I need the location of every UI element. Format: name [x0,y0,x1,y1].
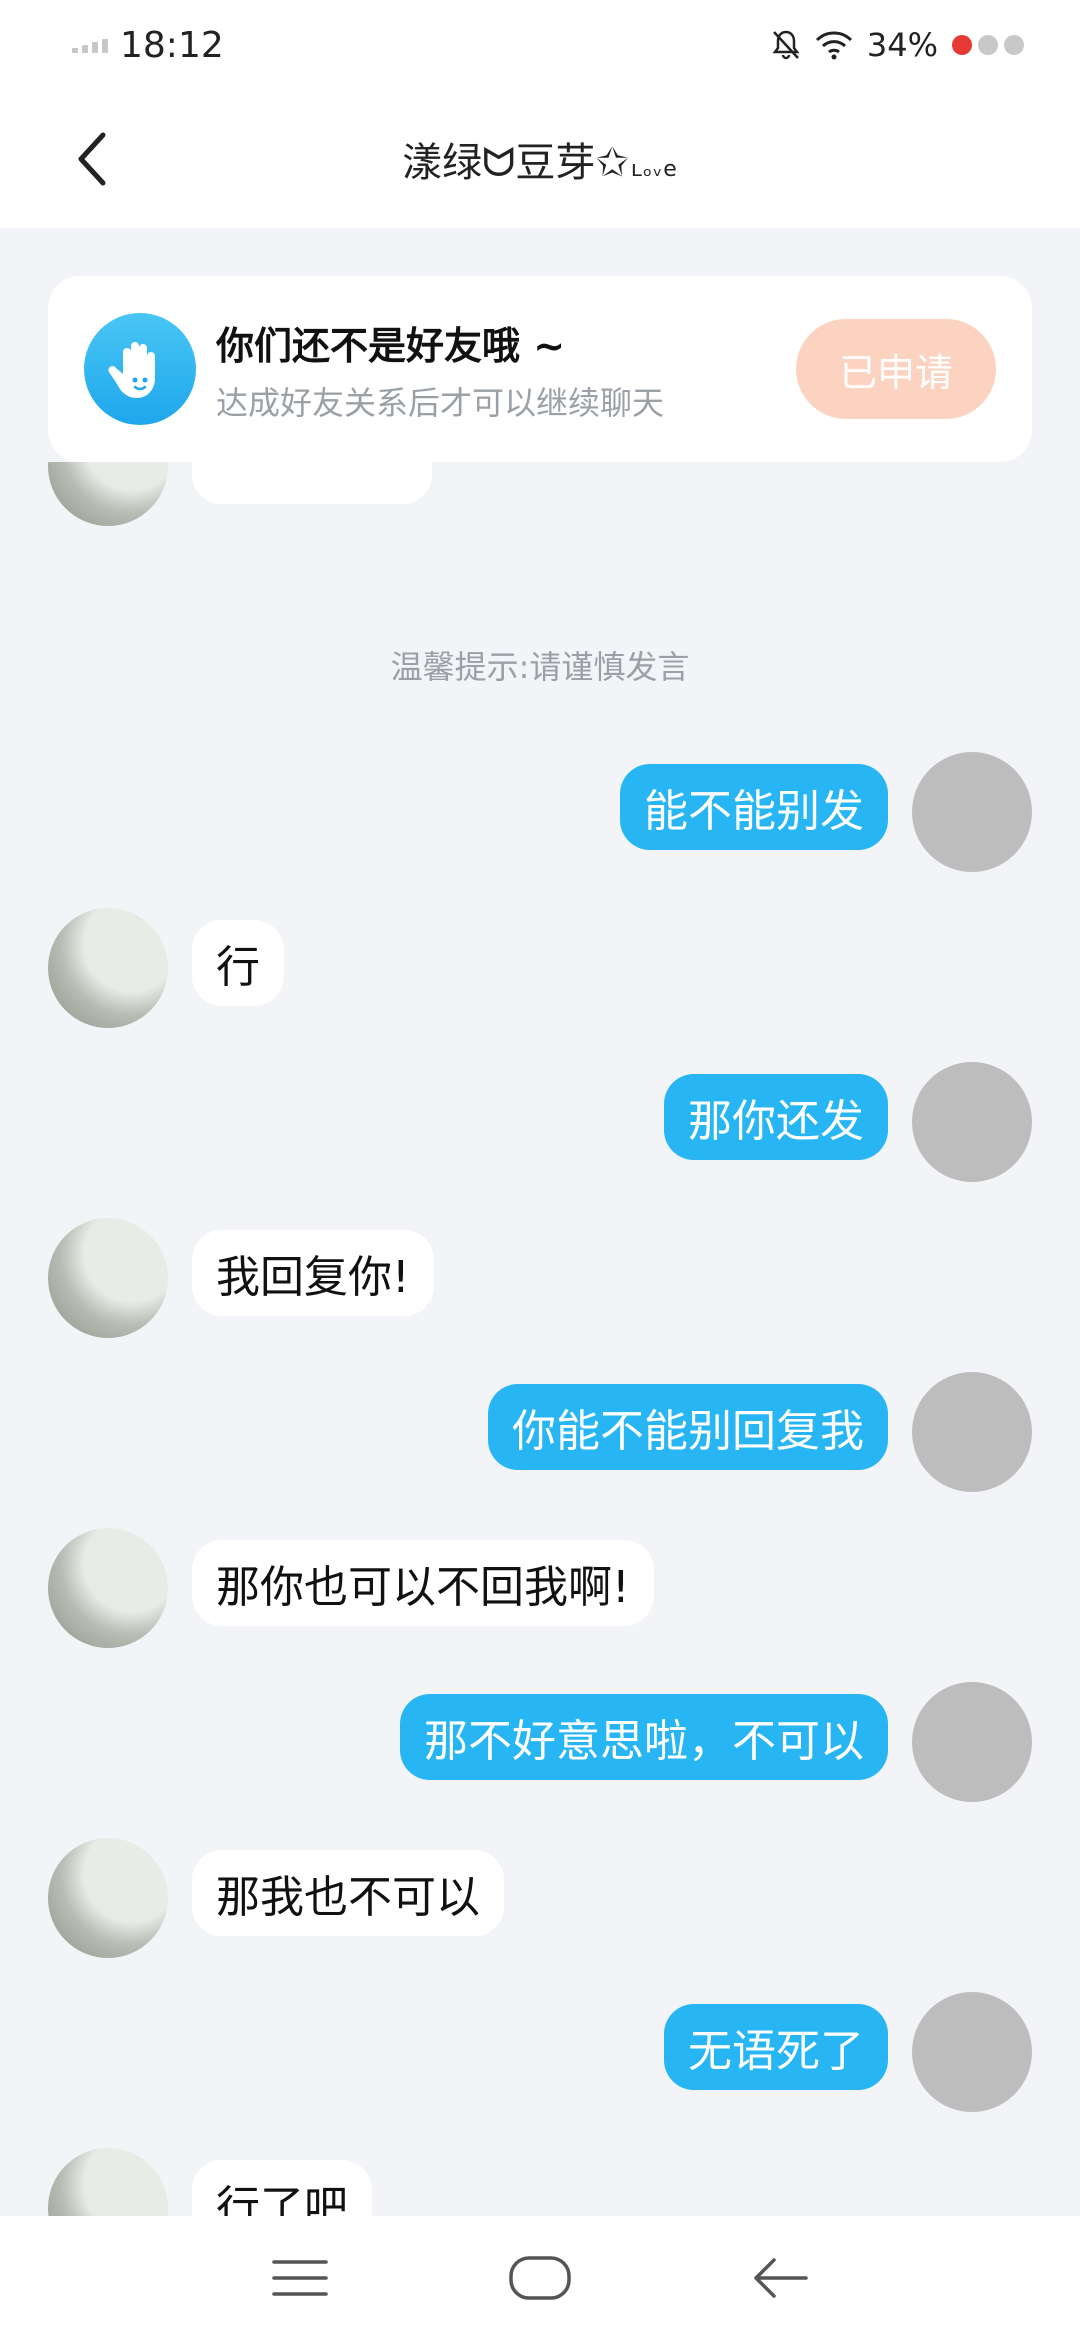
header: 漾绿ᗢ豆芽✩ ʟₒᵥe [0,90,1080,228]
signal-icon [72,37,108,53]
notice-subtitle: 达成好友关系后才可以继续聊天 [216,383,665,422]
message-bubble[interactable]: 那不好意思啦，不可以 [400,1694,888,1780]
applied-button[interactable]: 已申请 [796,319,996,419]
contact-avatar[interactable] [48,462,168,526]
status-icons: 34% [771,26,1024,64]
message-row: 我回复你! [0,1218,1080,1338]
battery-percentage: 34% [866,26,938,64]
message-bubble[interactable]: 我回复你! [192,1230,434,1316]
contact-avatar[interactable] [48,1838,168,1958]
message-bubble[interactable]: 那你也可以不回我啊! [192,1540,654,1626]
message-bubble[interactable]: 你能不能别回复我 [488,1384,888,1470]
message-bubble-cropped[interactable] [192,462,432,504]
menu-icon [272,2260,328,2296]
contact-avatar[interactable] [48,2148,168,2216]
home-button[interactable] [500,2238,580,2318]
chat-messages[interactable]: 温馨提示:请谨慎发言 能不能别发 行 那你还发 我回复你! 你能不能别回复我 那… [0,462,1080,2216]
message-row: 无语死了 [0,1992,1080,2112]
contact-avatar[interactable] [48,908,168,1028]
system-back-button[interactable] [740,2238,820,2318]
page-title: 漾绿ᗢ豆芽✩ ʟₒᵥe [402,130,678,188]
battery-indicator-icon [952,35,1024,55]
hand-wave-icon [84,313,196,425]
safety-tip: 温馨提示:请谨慎发言 [390,648,690,686]
message-bubble[interactable]: 行 [192,920,284,1006]
chevron-left-icon [78,132,106,186]
message-bubble[interactable]: 行了吧 [192,2160,372,2216]
back-button[interactable] [62,126,122,192]
notice-title: 你们还不是好友哦 ~ [216,323,566,368]
my-avatar[interactable] [912,1372,1032,1492]
home-icon [509,2256,571,2300]
contact-avatar[interactable] [48,1528,168,1648]
message-row: 那你也可以不回我啊! [0,1528,1080,1648]
my-avatar[interactable] [912,1062,1032,1182]
message-bubble[interactable]: 那我也不可以 [192,1850,504,1936]
wifi-icon [815,31,852,60]
message-row: 那不好意思啦，不可以 [0,1682,1080,1802]
arrow-left-icon [754,2258,808,2298]
contact-avatar[interactable] [48,1218,168,1338]
my-avatar[interactable] [912,1992,1032,2112]
my-avatar[interactable] [912,752,1032,872]
notice-text: 你们还不是好友哦 ~ 达成好友关系后才可以继续聊天 [216,315,796,424]
system-nav-bar [0,2216,1080,2340]
status-time: 18:12 [120,24,224,66]
message-row: 你能不能别回复我 [0,1372,1080,1492]
message-row: 那我也不可以 [0,1838,1080,1958]
message-row: 能不能别发 [0,752,1080,872]
my-avatar[interactable] [912,1682,1032,1802]
contact-name: 漾绿ᗢ豆芽✩ [402,140,629,186]
chat-screen: 18:12 34% 漾绿ᗢ豆芽✩ ʟₒᵥe 你们还不是好友哦 ~ 达成好友关系后… [0,0,1080,2340]
menu-button[interactable] [260,2238,340,2318]
message-bubble[interactable]: 那你还发 [664,1074,888,1160]
status-bar: 18:12 34% [0,0,1080,90]
bell-off-icon [772,30,800,60]
message-row [0,462,1080,526]
friend-notice-card: 你们还不是好友哦 ~ 达成好友关系后才可以继续聊天 已申请 [48,276,1032,462]
message-bubble[interactable]: 无语死了 [664,2004,888,2090]
message-row: 行了吧 [0,2148,1080,2216]
message-row: 那你还发 [0,1062,1080,1182]
contact-name-suffix: ʟₒᵥe [630,157,678,182]
message-bubble[interactable]: 能不能别发 [620,764,888,850]
message-row: 行 [0,908,1080,1028]
